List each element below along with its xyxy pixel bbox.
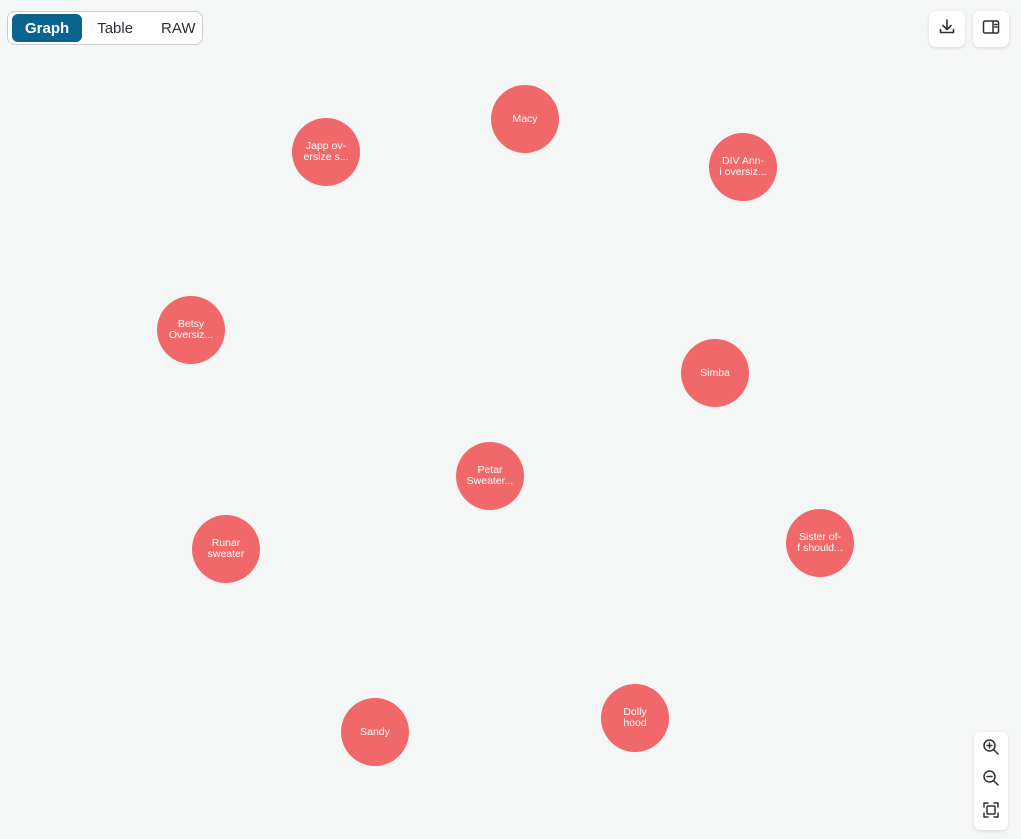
- node-label: Runar sweater: [207, 538, 245, 560]
- download-icon: [937, 17, 957, 42]
- node-label: DIV Ann- i oversiz...: [719, 156, 767, 178]
- node-label: Sister of- f should...: [797, 532, 843, 554]
- zoom-out-icon: [981, 768, 1001, 793]
- graph-node[interactable]: Simba: [681, 339, 749, 407]
- graph-node[interactable]: Betsy Oversiz...: [157, 296, 225, 364]
- graph-node[interactable]: Sandy: [341, 698, 409, 766]
- graph-node[interactable]: Sister of- f should...: [786, 509, 854, 577]
- zoom-out-button[interactable]: [976, 767, 1006, 795]
- side-panel-icon: [981, 17, 1001, 42]
- node-label: Macy: [512, 113, 538, 125]
- graph-node[interactable]: Dolly hood: [601, 684, 669, 752]
- graph-node[interactable]: Petar Sweater...: [456, 442, 524, 510]
- node-label: Sandy: [360, 726, 390, 738]
- node-label: Petar Sweater...: [466, 465, 514, 487]
- graph-node[interactable]: Runar sweater: [192, 515, 260, 583]
- tab-table[interactable]: Table: [84, 14, 146, 42]
- node-label: Betsy Oversiz...: [168, 319, 214, 341]
- node-label: Simba: [700, 367, 730, 379]
- tab-raw[interactable]: RAW: [148, 14, 208, 42]
- fit-to-screen-button[interactable]: [976, 798, 1006, 826]
- download-button[interactable]: [929, 11, 965, 47]
- fit-to-screen-icon: [981, 800, 1001, 825]
- graph-canvas[interactable]: Graph Table RAW Macy Japp ov- ersize s..…: [0, 0, 1021, 839]
- tab-graph[interactable]: Graph: [12, 14, 83, 42]
- view-toggle: Graph Table RAW: [7, 11, 203, 45]
- graph-node[interactable]: Macy: [491, 85, 559, 153]
- zoom-in-icon: [981, 737, 1001, 762]
- side-panel-button[interactable]: [973, 11, 1009, 47]
- zoom-controls: [974, 732, 1008, 830]
- graph-node[interactable]: Japp ov- ersize s...: [292, 118, 360, 186]
- graph-node[interactable]: DIV Ann- i oversiz...: [709, 133, 777, 201]
- node-label: Japp ov- ersize s...: [303, 141, 349, 163]
- node-label: Dolly hood: [623, 707, 647, 729]
- zoom-in-button[interactable]: [976, 736, 1006, 764]
